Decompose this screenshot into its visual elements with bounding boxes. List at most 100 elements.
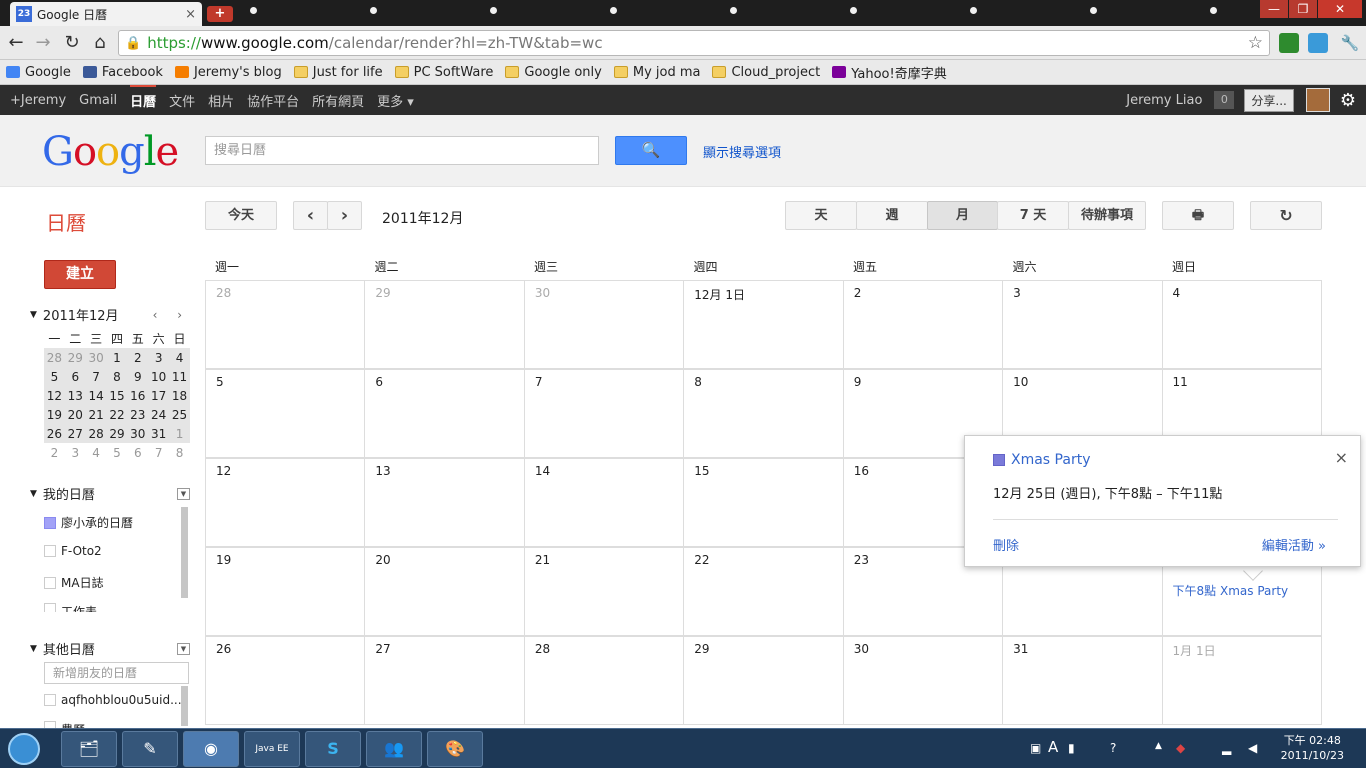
day-number[interactable]: 13 bbox=[375, 464, 390, 478]
view-7day-button[interactable]: 7 天 bbox=[997, 201, 1069, 230]
day-cell[interactable]: 29 bbox=[684, 637, 844, 725]
mini-day[interactable]: 19 bbox=[44, 405, 65, 424]
day-number[interactable]: 4 bbox=[1173, 286, 1181, 300]
taskbar-java-ide-icon[interactable]: Java EE bbox=[244, 731, 300, 767]
mini-day[interactable]: 8 bbox=[169, 443, 190, 462]
mini-day[interactable]: 29 bbox=[64, 348, 86, 367]
day-cell[interactable]: 22 bbox=[684, 548, 844, 636]
dropdown-icon[interactable]: ▼ bbox=[177, 642, 190, 655]
edit-event-link[interactable]: 編輯活動 » bbox=[1262, 535, 1326, 554]
avatar[interactable] bbox=[1305, 88, 1330, 112]
gbar-docs[interactable]: 文件 bbox=[169, 91, 195, 110]
taskbar-chrome-icon[interactable]: ◉ bbox=[183, 731, 239, 767]
gear-icon[interactable]: ⚙ bbox=[1340, 90, 1356, 111]
day-cell[interactable]: 12 bbox=[206, 459, 366, 547]
day-number[interactable]: 6 bbox=[375, 375, 383, 389]
day-number[interactable]: 29 bbox=[694, 642, 709, 656]
day-cell[interactable]: 19 bbox=[206, 548, 366, 636]
mini-day[interactable]: 27 bbox=[64, 424, 86, 443]
bookmark-cloud-project[interactable]: Cloud_project bbox=[712, 65, 820, 80]
calendar-color-swatch[interactable] bbox=[44, 694, 56, 706]
mini-day[interactable]: 15 bbox=[106, 386, 128, 405]
extension-translate-icon[interactable] bbox=[1308, 33, 1328, 53]
day-number[interactable]: 9 bbox=[854, 375, 862, 389]
day-cell[interactable]: 2 bbox=[843, 281, 1004, 369]
mini-day[interactable]: 24 bbox=[148, 405, 170, 424]
mini-day[interactable]: 5 bbox=[107, 443, 128, 462]
start-button[interactable] bbox=[8, 733, 40, 765]
bookmark-google[interactable]: Google bbox=[6, 65, 71, 80]
view-week-button[interactable]: 週 bbox=[856, 201, 928, 230]
print-button[interactable]: 🖶 bbox=[1162, 201, 1234, 230]
day-cell[interactable]: 20 bbox=[365, 548, 525, 636]
calendar-color-swatch[interactable] bbox=[44, 576, 56, 589]
mini-day[interactable]: 4 bbox=[169, 348, 190, 367]
calendar-item-main[interactable]: 廖小承的日曆 bbox=[44, 514, 184, 531]
search-button[interactable]: 🔍 bbox=[615, 136, 687, 165]
day-number[interactable]: 30 bbox=[854, 642, 869, 656]
day-cell[interactable]: 27 bbox=[365, 637, 525, 725]
mini-day[interactable]: 17 bbox=[148, 386, 170, 405]
day-number[interactable]: 20 bbox=[375, 553, 390, 567]
taskbar-messenger-icon[interactable]: 👥 bbox=[366, 731, 422, 767]
add-friend-calendar-input[interactable]: 新增朋友的日曆 bbox=[44, 662, 189, 684]
calendar-item-other[interactable]: aqfhohblou0u5uid... bbox=[44, 693, 184, 707]
mini-day[interactable]: 14 bbox=[85, 386, 107, 405]
mini-day[interactable]: 7 bbox=[148, 443, 169, 462]
search-options-link[interactable]: 顯示搜尋選項 bbox=[703, 142, 781, 161]
day-number[interactable]: 1月 1日 bbox=[1173, 644, 1216, 658]
day-number[interactable]: 10 bbox=[1013, 375, 1028, 389]
wrench-icon[interactable]: 🔧 bbox=[1338, 31, 1362, 55]
close-icon[interactable]: × bbox=[1335, 448, 1348, 467]
mini-day[interactable]: 25 bbox=[169, 405, 190, 424]
day-cell[interactable]: 28 bbox=[206, 281, 366, 369]
day-number[interactable]: 28 bbox=[216, 286, 231, 300]
mini-day[interactable]: 6 bbox=[127, 443, 148, 462]
mini-calendar-nav[interactable]: ‹ › bbox=[153, 308, 190, 322]
tray-font-icon[interactable]: A bbox=[1048, 738, 1058, 756]
gbar-gmail[interactable]: Gmail bbox=[79, 93, 117, 108]
mini-day[interactable]: 29 bbox=[106, 424, 128, 443]
mini-day[interactable]: 7 bbox=[85, 367, 107, 386]
bookmark-jeremys-blog[interactable]: Jeremy's blog bbox=[174, 65, 282, 80]
day-cell[interactable]: 30 bbox=[524, 281, 685, 369]
page-title[interactable]: 日曆 bbox=[46, 207, 86, 236]
other-calendars-title[interactable]: 其他日曆 bbox=[43, 639, 95, 658]
day-number[interactable]: 23 bbox=[854, 553, 869, 567]
address-bar[interactable]: 🔒 https:// www.google.com /calendar/rend… bbox=[118, 30, 1270, 56]
day-number[interactable]: 15 bbox=[694, 464, 709, 478]
day-number[interactable]: 22 bbox=[694, 553, 709, 567]
mini-day[interactable]: 9 bbox=[127, 367, 149, 386]
bookmark-facebook[interactable]: Facebook bbox=[82, 65, 163, 80]
day-cell[interactable]: 7 bbox=[524, 370, 685, 458]
google-logo[interactable]: Google bbox=[42, 129, 179, 175]
day-cell[interactable]: 5 bbox=[206, 370, 366, 458]
mini-day[interactable]: 12 bbox=[44, 386, 65, 405]
day-cell[interactable]: 14 bbox=[524, 459, 685, 547]
gbar-plus-jeremy[interactable]: +Jeremy bbox=[10, 93, 66, 108]
day-cell[interactable]: 12月 1日 bbox=[684, 281, 844, 369]
mini-day[interactable]: 5 bbox=[44, 367, 65, 386]
mini-day[interactable]: 3 bbox=[65, 443, 86, 462]
gbar-more[interactable]: 更多 ▾ bbox=[377, 91, 414, 110]
day-cell[interactable]: 1月 1日 bbox=[1162, 637, 1322, 725]
day-number[interactable]: 7 bbox=[535, 375, 543, 389]
collapse-triangle-icon[interactable]: ▼ bbox=[30, 644, 37, 654]
share-button[interactable]: 分享... bbox=[1244, 88, 1294, 112]
gbar-web[interactable]: 所有網頁 bbox=[312, 91, 364, 110]
mini-calendar-title[interactable]: 2011年12月 bbox=[43, 305, 119, 324]
mini-day[interactable]: 18 bbox=[169, 386, 190, 405]
day-number[interactable]: 3 bbox=[1013, 286, 1021, 300]
my-calendars-title[interactable]: 我的日曆 bbox=[43, 484, 95, 503]
event-chip[interactable]: 下午8點 Xmas Party bbox=[1173, 582, 1289, 599]
forward-button[interactable]: → bbox=[31, 31, 55, 55]
day-number[interactable]: 5 bbox=[216, 375, 224, 389]
calendar-item-ma-log[interactable]: MA日誌 bbox=[44, 574, 184, 591]
calendar-item-lunar[interactable]: 農曆 bbox=[44, 721, 184, 728]
day-cell[interactable]: 21 bbox=[524, 548, 685, 636]
gbar-photos[interactable]: 相片 bbox=[208, 91, 234, 110]
mini-day[interactable]: 31 bbox=[148, 424, 170, 443]
taskbar-explorer-icon[interactable]: 🗂 bbox=[61, 731, 117, 767]
gbar-sites[interactable]: 協作平台 bbox=[247, 91, 299, 110]
tray-network-icon[interactable]: ▂ bbox=[1222, 741, 1231, 755]
